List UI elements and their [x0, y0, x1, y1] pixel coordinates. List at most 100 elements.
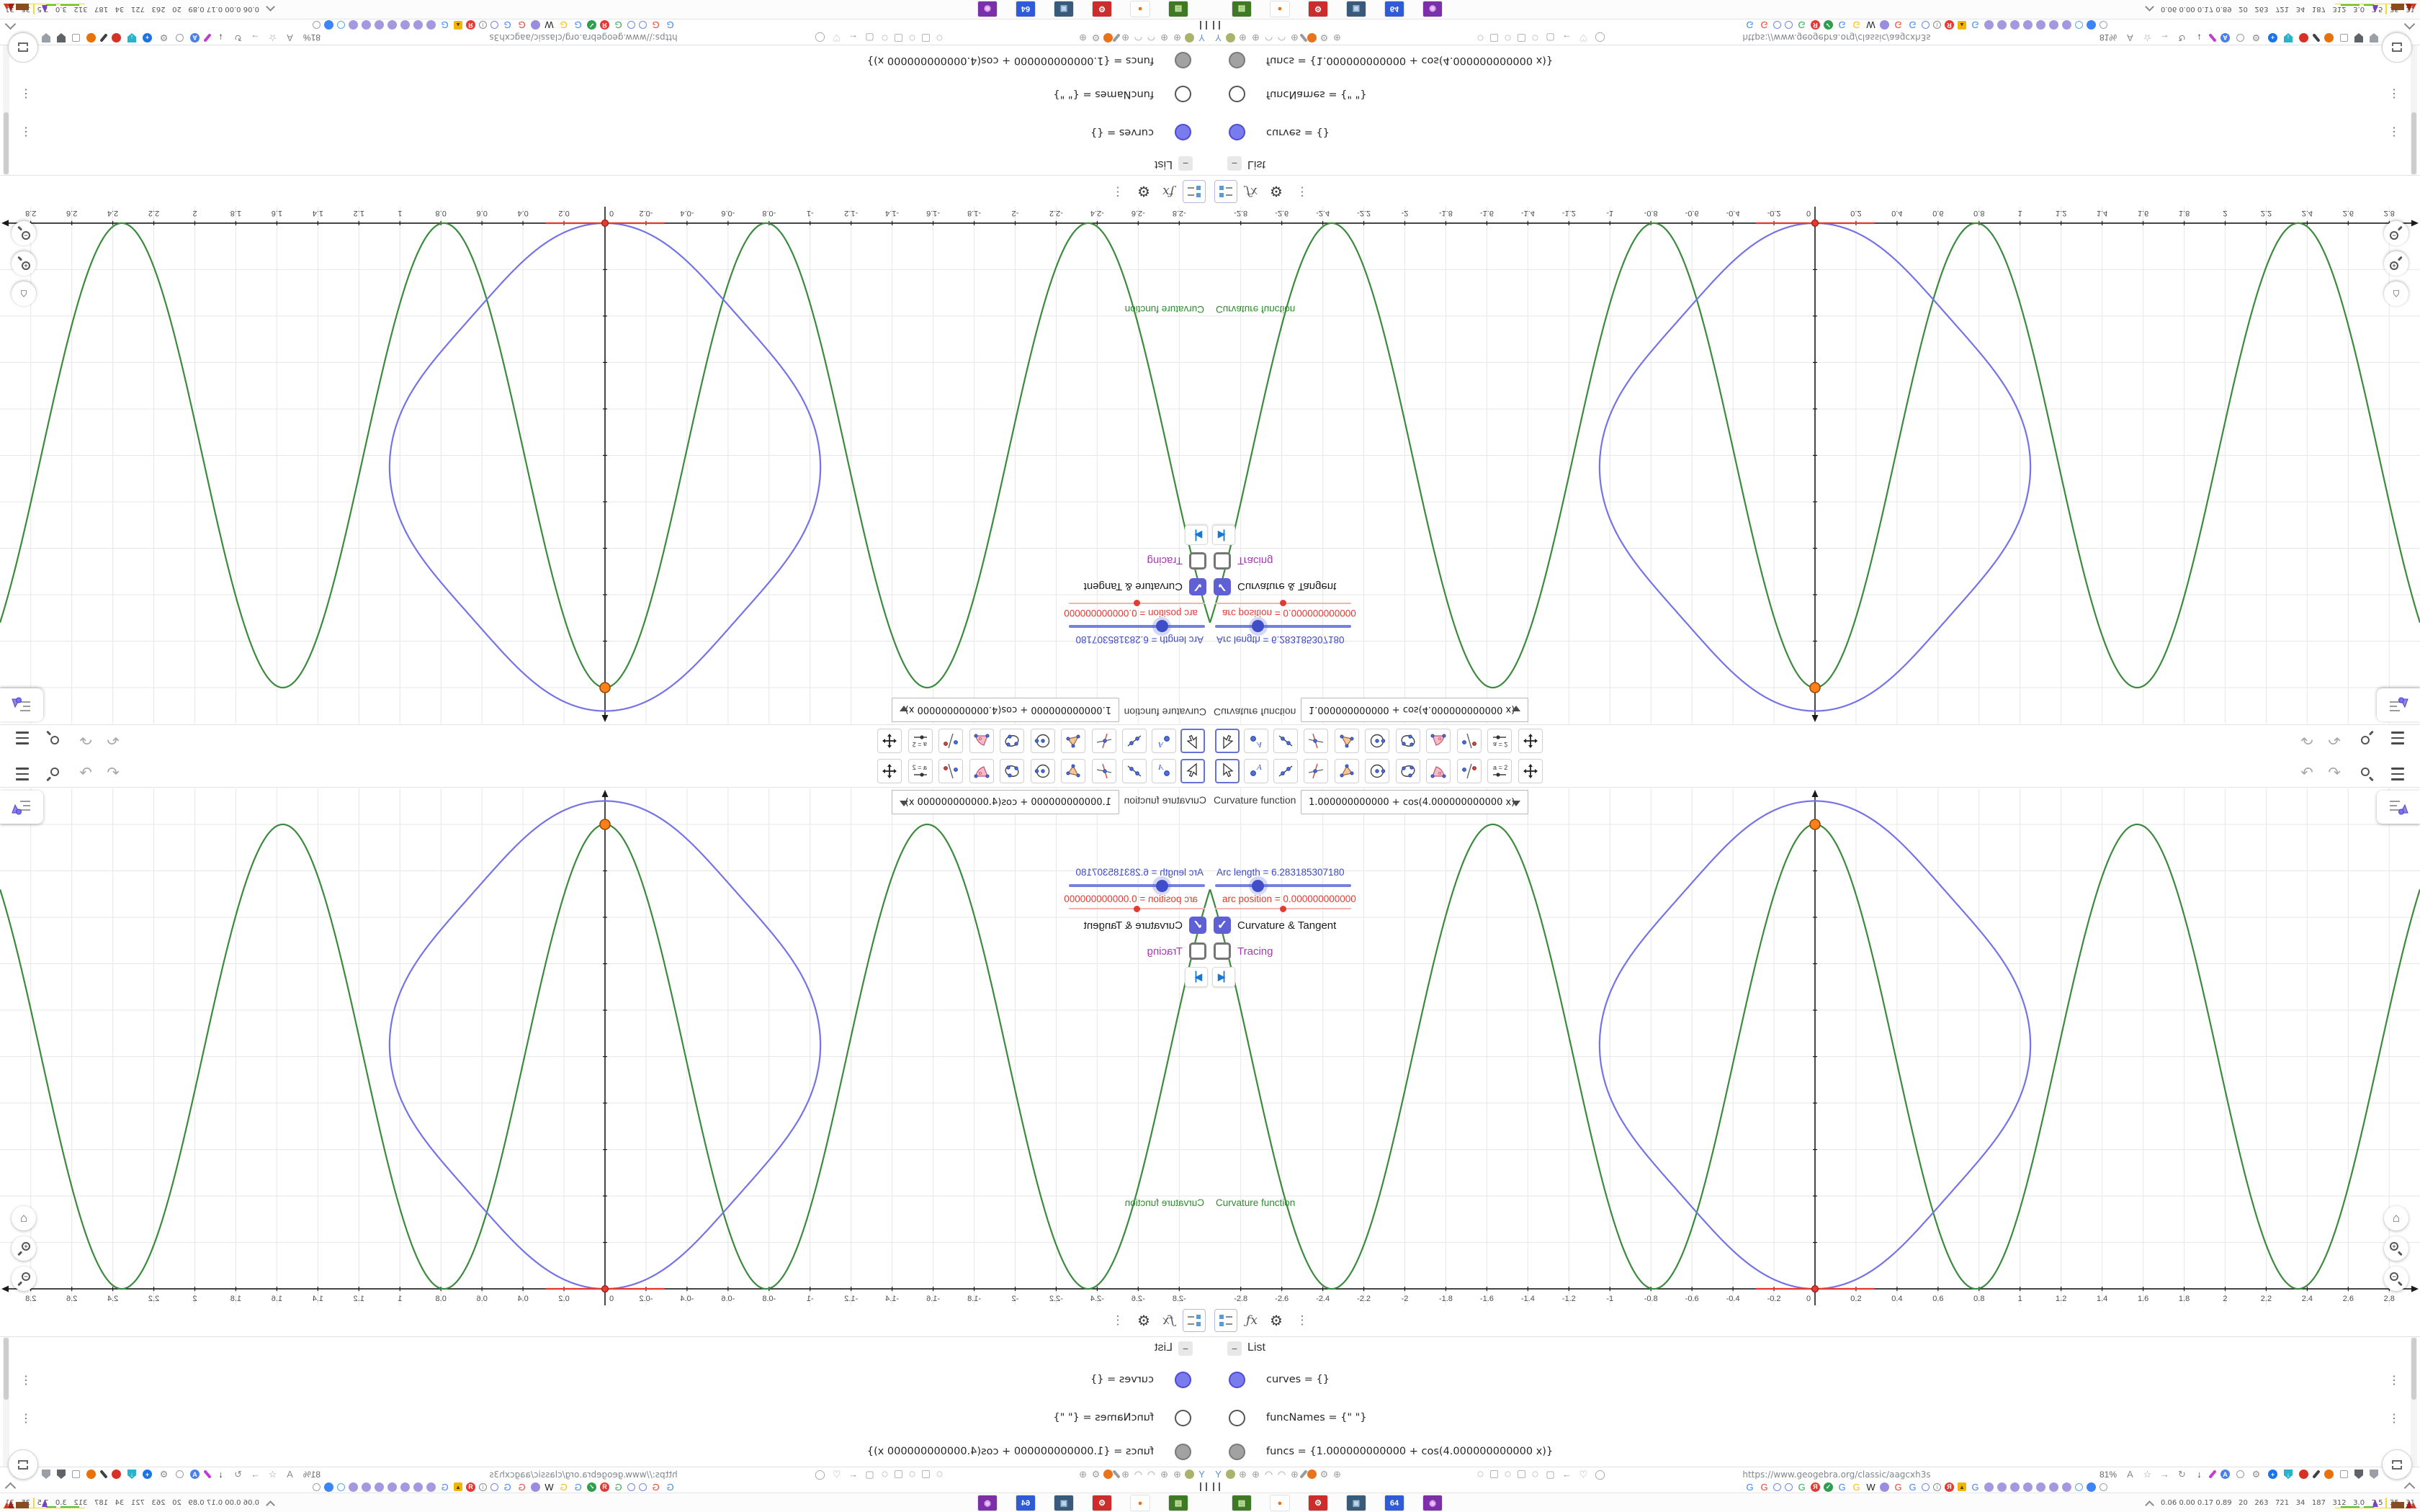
gear-icon[interactable]: ⚙: [158, 1469, 169, 1480]
circle-icon[interactable]: ◯: [815, 1469, 825, 1480]
function-selector-dropdown[interactable]: 1.000000000000 + cos(4.000000000000 x): [892, 790, 1119, 814]
add-extension-icon[interactable]: +: [143, 33, 152, 42]
perpendicular-line-tool[interactable]: [1304, 729, 1328, 753]
function-selector-dropdown[interactable]: 1.000000000000 + cos(4.000000000000 x): [892, 698, 1119, 722]
chevron-up-icon[interactable]: [4, 1482, 17, 1494]
box-icon[interactable]: [72, 34, 80, 42]
bookmark-favicon[interactable]: Я: [1945, 1482, 1954, 1492]
wrench-icon[interactable]: [1112, 1470, 1121, 1479]
bookmark-favicon[interactable]: [531, 1482, 540, 1492]
search-button[interactable]: [42, 727, 63, 749]
circle-icon[interactable]: ◯: [1595, 32, 1605, 43]
bookmark-favicon[interactable]: [2099, 21, 2107, 30]
folder-icon[interactable]: ▢: [1545, 32, 1556, 43]
bookmark-favicon[interactable]: G: [650, 1482, 661, 1493]
bookmark-favicon[interactable]: Я: [466, 20, 475, 30]
firefox-icon[interactable]: [1307, 1470, 1317, 1479]
algebra-row[interactable]: funcNames = {" "} ⋮: [0, 1399, 1210, 1438]
conic-tool[interactable]: [1000, 729, 1024, 753]
fx-view-button[interactable]: ƒx: [1240, 1309, 1263, 1332]
trash-icon[interactable]: [99, 33, 108, 42]
chevron-up-icon[interactable]: [266, 2, 275, 12]
row-kebab-menu[interactable]: ⋮: [2388, 87, 2400, 102]
privacy-shield-icon[interactable]: [42, 1470, 50, 1479]
bookmark-favicon[interactable]: ✓: [587, 20, 596, 30]
indicator-box-icon[interactable]: [922, 1470, 930, 1478]
font-size-icon[interactable]: A: [284, 1469, 295, 1480]
algebra-row[interactable]: funcs = {1.000000000000 + cos(4.00000000…: [0, 45, 1210, 75]
point-tool[interactable]: A: [1152, 729, 1176, 753]
folder-icon[interactable]: ▢: [864, 32, 875, 43]
wrench-icon[interactable]: [1299, 1470, 1308, 1479]
arc-length-slider-thumb[interactable]: [1252, 879, 1265, 892]
funnel-extension-icon[interactable]: Y: [1196, 1469, 1207, 1480]
bookmark-favicon[interactable]: G: [1837, 20, 1847, 31]
reload-icon[interactable]: ↻: [233, 1469, 243, 1480]
highlighter-icon[interactable]: [203, 1470, 212, 1479]
colorful-globe-icon[interactable]: [2324, 1470, 2334, 1479]
indicator-dot-icon[interactable]: [1477, 1471, 1484, 1477]
bookmark-favicon[interactable]: G: [1759, 20, 1770, 31]
reload-icon[interactable]: ↻: [2177, 1470, 2187, 1479]
tree-view-button[interactable]: [1183, 1309, 1206, 1332]
bookmark-favicon[interactable]: ✓: [587, 1482, 596, 1492]
bookmark-favicon[interactable]: Я: [600, 20, 609, 30]
algebra-row[interactable]: curves = {} ⋮: [0, 112, 1210, 151]
bookmark-favicon[interactable]: G: [613, 1482, 624, 1493]
globe-icon[interactable]: ⊕: [1077, 1469, 1088, 1480]
bookmark-favicon[interactable]: G: [439, 20, 450, 31]
reload-icon[interactable]: ↻: [233, 32, 243, 43]
bookmark-favicon[interactable]: [362, 20, 371, 30]
reflect-tool[interactable]: [1457, 729, 1482, 753]
home-view-button[interactable]: ⌂: [2384, 1206, 2408, 1230]
add-extension-icon[interactable]: +: [143, 1470, 152, 1479]
heart-icon[interactable]: ♡: [831, 32, 842, 43]
perpendicular-line-tool[interactable]: [1092, 759, 1116, 783]
shield-download-icon[interactable]: ↓: [2284, 33, 2293, 42]
visibility-toggle[interactable]: [1175, 1444, 1191, 1460]
dot-extension-icon[interactable]: [1185, 33, 1194, 42]
scrollbar-thumb[interactable]: [2411, 112, 2416, 174]
indicator-dot-icon[interactable]: [1505, 1471, 1511, 1477]
trash-icon[interactable]: [2312, 33, 2321, 42]
arc-length-slider-thumb[interactable]: [1155, 620, 1168, 633]
bookmark-favicon[interactable]: G: [1851, 20, 1862, 31]
bookmark-favicon[interactable]: G: [1893, 20, 1904, 31]
privacy-shield-icon[interactable]: [42, 33, 50, 42]
visibility-toggle[interactable]: [1175, 86, 1191, 102]
move-graphics-view-tool[interactable]: [1518, 759, 1543, 783]
gauge-icon[interactable]: ◠: [1276, 32, 1287, 43]
box-icon[interactable]: [72, 1470, 80, 1478]
algebra-row[interactable]: curves = {} ⋮: [1210, 112, 2420, 151]
tree-view-button[interactable]: [1214, 180, 1237, 203]
folder-icon[interactable]: ▢: [1545, 1470, 1556, 1479]
bookmark-favicon[interactable]: [1922, 1482, 1930, 1491]
bookmark-favicon[interactable]: [362, 1482, 371, 1492]
settings-button[interactable]: ⚙: [1265, 180, 1288, 203]
curve-label[interactable]: Curvature function: [1125, 304, 1204, 315]
bookmark-favicon[interactable]: [2062, 20, 2071, 30]
line-tool[interactable]: [1273, 729, 1298, 753]
tracing-checkbox[interactable]: [1214, 552, 1231, 570]
globe-icon[interactable]: ⊕: [1237, 1470, 1248, 1479]
bookmark-favicon[interactable]: [337, 1482, 345, 1491]
monitor-app-icon[interactable]: ▣: [1054, 1495, 1074, 1511]
conic-tool[interactable]: [1396, 759, 1420, 783]
graph-canvas[interactable]: -2.8 -2.6 -2.4 -2.2 -2 -1.8 -1.6 -1.4 -1.2 -1 -0.8…: [0, 788, 1210, 1306]
algebra-row[interactable]: funcs = {1.000000000000 + cos(4.00000000…: [0, 1437, 1210, 1467]
bookmark-favicon[interactable]: [2010, 1482, 2020, 1492]
visibility-toggle[interactable]: [1229, 86, 1245, 102]
panel-menu-button[interactable]: ⋮: [1106, 1309, 1129, 1332]
page-zoom-badge[interactable]: 81%: [303, 32, 321, 42]
download-icon[interactable]: ↓: [2194, 1470, 2205, 1479]
bookmark-favicon[interactable]: [2036, 20, 2045, 30]
function-selector-dropdown[interactable]: 1.000000000000 + cos(4.000000000000 x): [1301, 790, 1528, 814]
arc-position-slider-thumb[interactable]: [1134, 905, 1140, 912]
algebra-panel-toggle[interactable]: [0, 791, 43, 824]
bookmark-favicon[interactable]: G: [558, 1482, 569, 1493]
scrollbar-thumb[interactable]: [2411, 1338, 2416, 1400]
indicator-dot-icon[interactable]: [936, 1471, 943, 1477]
owl-app-icon[interactable]: ◉: [1422, 1495, 1443, 1511]
indicator-dot-icon[interactable]: [882, 35, 888, 41]
bookmark-star-icon[interactable]: ☆: [2142, 1470, 2153, 1479]
